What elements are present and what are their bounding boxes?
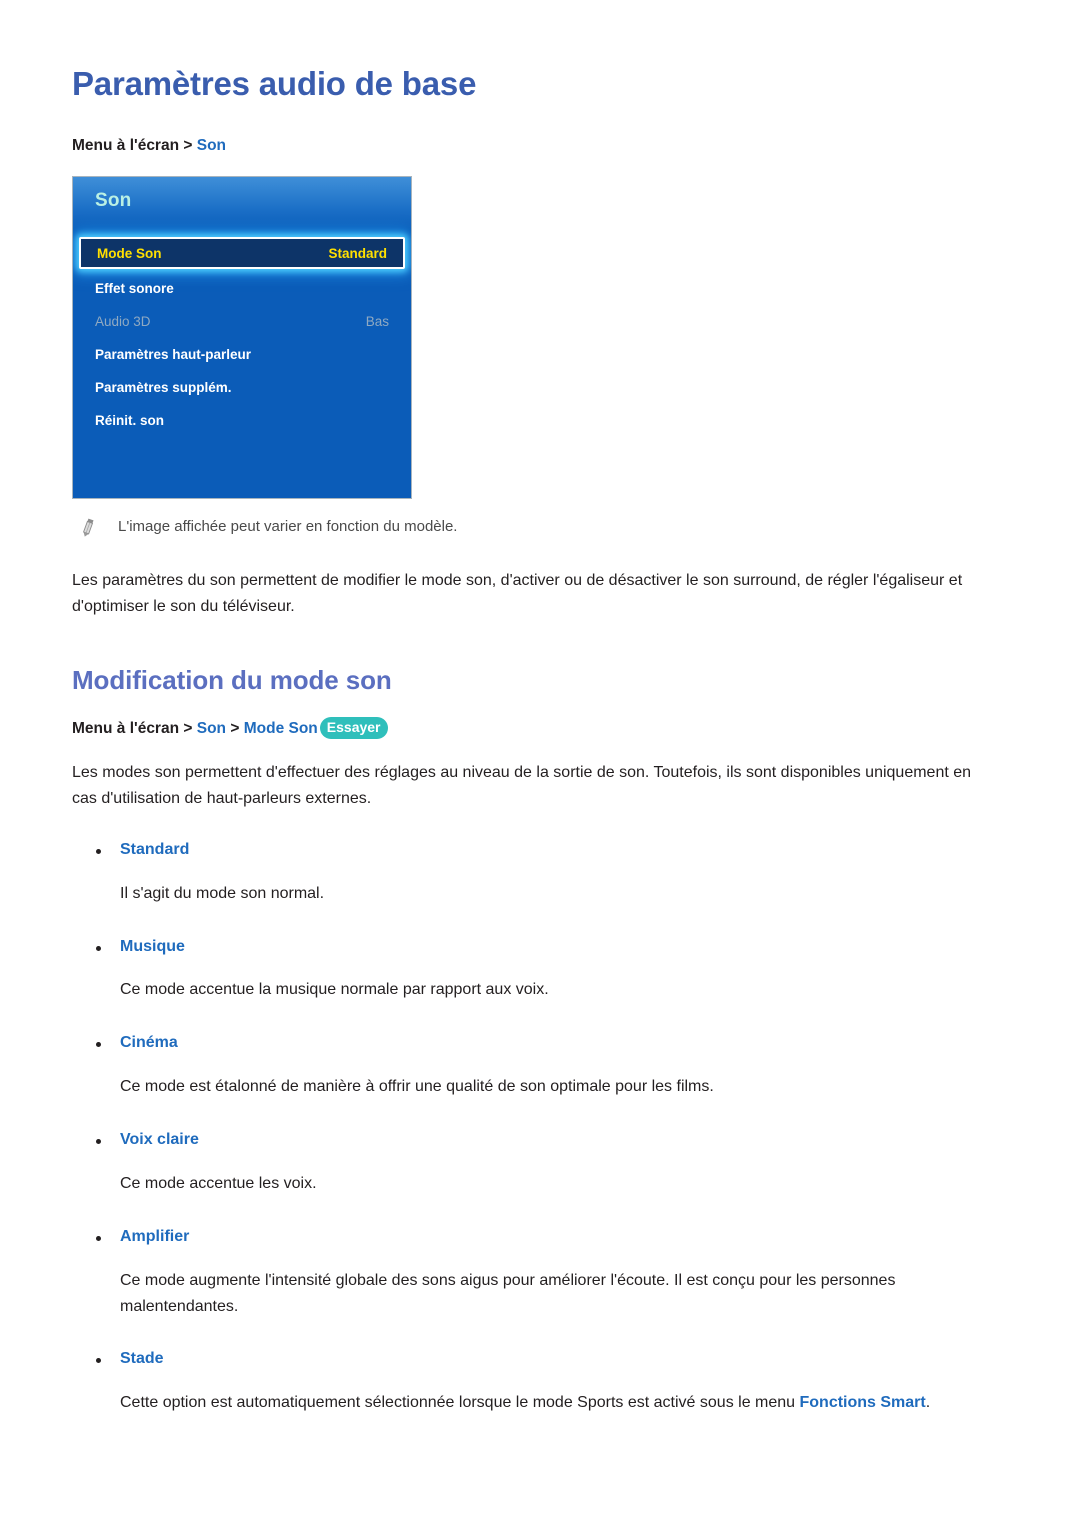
- mode-term-voix-claire: Voix claire: [72, 1130, 1008, 1151]
- tv-menu-header-title: Son: [95, 190, 132, 212]
- bullet-dot-icon: [96, 1139, 101, 1145]
- tv-menu-row-label: Audio 3D: [95, 314, 151, 330]
- mode-term-standard: Standard: [72, 840, 1008, 861]
- breadcrumb-root: Menu à l'écran: [72, 720, 180, 738]
- mode-term-stade: Stade: [72, 1349, 1008, 1370]
- list-item: Voix claire Ce mode accentue les voix.: [72, 1130, 1008, 1227]
- bullet-dot-icon: [96, 1358, 101, 1364]
- breadcrumb-link-mode-son[interactable]: Mode Son: [244, 720, 318, 737]
- tv-menu-row-value: Standard: [328, 245, 387, 261]
- breadcrumb-separator: >: [183, 136, 193, 154]
- mode-desc-text-after: .: [925, 1394, 931, 1412]
- breadcrumb-link-son[interactable]: Son: [197, 137, 226, 154]
- mode-desc-standard: Il s'agit du mode son normal.: [120, 884, 325, 902]
- tv-menu-row-label: Paramètres haut-parleur: [95, 347, 252, 363]
- document-page: Paramètres audio de base Menu à l'écran …: [0, 0, 1080, 1527]
- tv-menu-row-parametres-haut-parleur[interactable]: Paramètres haut-parleur: [73, 338, 411, 371]
- breadcrumb-section: Menu à l'écran > Son > Mode Son Essayer: [72, 717, 1008, 740]
- mode-term-label: Musique: [120, 937, 185, 955]
- tv-menu-row-label: Mode Son: [97, 245, 162, 261]
- breadcrumb-separator: >: [230, 720, 240, 738]
- list-item: Cinéma Ce mode est étalonné de manière à…: [72, 1033, 1008, 1130]
- mode-term-label: Amplifier: [120, 1227, 190, 1245]
- tv-menu-row-parametres-supplem[interactable]: Paramètres supplém.: [73, 371, 411, 404]
- list-item: Stade Cette option est automatiquement s…: [72, 1349, 1008, 1416]
- tv-menu-row-label: Effet sonore: [95, 281, 174, 297]
- tv-menu-row-value: Bas: [365, 314, 389, 330]
- tv-menu-row-audio-3d: Audio 3D Bas: [73, 305, 411, 338]
- mode-term-cinema: Cinéma: [72, 1033, 1008, 1054]
- intro-paragraph: Les paramètres du son permettent de modi…: [72, 572, 963, 616]
- tv-menu-header: Son: [73, 177, 411, 234]
- breadcrumb-link-son[interactable]: Son: [197, 720, 226, 737]
- bullet-dot-icon: [96, 1235, 101, 1241]
- list-item: Amplifier Ce mode augmente l'intensité g…: [72, 1227, 1008, 1350]
- list-item: Musique Ce mode accentue la musique norm…: [72, 937, 1008, 1034]
- mode-term-musique: Musique: [72, 937, 1008, 958]
- image-note-text: L'image affichée peut varier en fonction…: [118, 518, 458, 536]
- mode-term-amplifier: Amplifier: [72, 1227, 1008, 1248]
- mode-desc-stade: Cette option est automatiquement sélecti…: [72, 1390, 1000, 1416]
- section-paragraph: Les modes son permettent d'effectuer des…: [72, 764, 972, 808]
- inline-link-fonctions-smart[interactable]: Fonctions Smart: [800, 1394, 926, 1411]
- try-it-badge[interactable]: Essayer: [319, 717, 388, 740]
- tv-menu-row-label: Réinit. son: [95, 413, 165, 429]
- bullet-dot-icon: [96, 1042, 101, 1048]
- tv-menu-row-list: Mode Son Standard Effet sonore Audio 3D …: [73, 233, 411, 437]
- bullet-dot-icon: [96, 848, 101, 854]
- mode-desc-text-before: Cette option est automatiquement sélecti…: [120, 1394, 800, 1412]
- mode-term-label: Stade: [120, 1350, 164, 1368]
- sound-mode-list: Standard Il s'agit du mode son normal. M…: [72, 840, 1008, 1416]
- mode-term-label: Standard: [120, 840, 190, 858]
- mode-desc-voix-claire: Ce mode accentue les voix.: [120, 1174, 317, 1192]
- tv-menu-row-effet-sonore[interactable]: Effet sonore: [73, 272, 411, 305]
- image-note: L'image affichée peut varier en fonction…: [72, 516, 1008, 538]
- mode-desc-musique: Ce mode accentue la musique normale par …: [120, 981, 549, 999]
- list-item: Standard Il s'agit du mode son normal.: [72, 840, 1008, 937]
- tv-menu-row-label: Paramètres supplém.: [95, 380, 232, 396]
- mode-desc-cinema: Ce mode est étalonné de manière à offrir…: [120, 1078, 714, 1096]
- bullet-dot-icon: [96, 945, 101, 951]
- mode-term-label: Cinéma: [120, 1034, 178, 1052]
- mode-term-label: Voix claire: [120, 1131, 199, 1149]
- breadcrumb-top: Menu à l'écran > Son: [72, 135, 1008, 157]
- breadcrumb-root: Menu à l'écran: [72, 136, 180, 154]
- breadcrumb-separator: >: [183, 720, 193, 738]
- section-title: Modification du mode son: [72, 665, 392, 696]
- tv-menu-row-mode-son[interactable]: Mode Son Standard: [79, 237, 405, 270]
- page-title: Paramètres audio de base: [72, 65, 477, 102]
- tv-menu-screenshot: Son Mode Son Standard Effet sonore Audio…: [72, 176, 412, 500]
- tv-menu-row-reinit-son[interactable]: Réinit. son: [73, 404, 411, 437]
- mode-desc-amplifier: Ce mode augmente l'intensité globale des…: [120, 1271, 896, 1315]
- pencil-icon: [77, 517, 99, 539]
